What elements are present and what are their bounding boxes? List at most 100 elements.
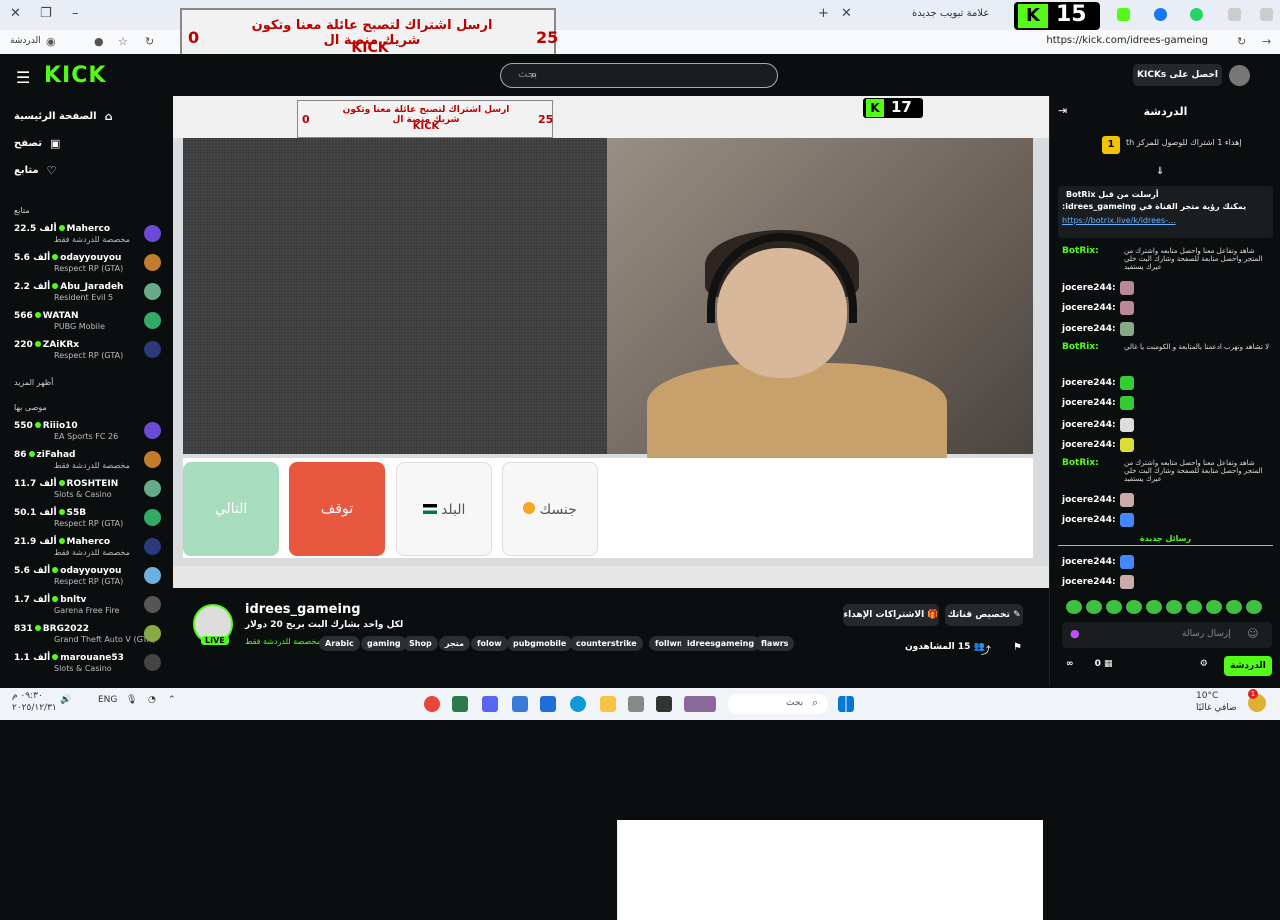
favorites-icon[interactable]: ☆ [118, 35, 128, 48]
sidebar-channel[interactable]: 11.7 ألف ROSHTEIN Slots & Casino [14, 479, 164, 505]
nav-browse[interactable]: ▣ تصفح [14, 137, 60, 150]
chat-username[interactable]: jocere244: [1062, 420, 1116, 430]
chat-username[interactable]: jocere244: [1062, 303, 1116, 313]
stream-player[interactable]: ارسل اشتراك لتصبح عائلة معنا وتكون شريك … [173, 96, 1049, 920]
sidebar-channel[interactable]: 5.6 ألف odayyouyou Respect RP (GTA) [14, 566, 164, 592]
chat-message[interactable]: jocere244: [1062, 322, 1134, 336]
emote-picker-icon[interactable]: ● [1070, 627, 1080, 640]
chat-message[interactable]: jocere244: [1062, 513, 1134, 527]
clock-date[interactable]: ٢٠٢٥/١٢/٣١ [12, 703, 57, 713]
weather-text[interactable]: صافي غالبًا [1196, 703, 1237, 713]
emote-icon[interactable] [1206, 600, 1222, 614]
emote-icon[interactable] [1106, 600, 1122, 614]
tag[interactable]: Shop [403, 636, 438, 651]
report-icon[interactable]: ⚑ [1013, 642, 1022, 653]
chat-username[interactable]: BotRix: [1062, 458, 1099, 468]
chat-username[interactable]: jocere244: [1062, 440, 1116, 450]
menu-icon[interactable]: ☰ [16, 68, 30, 87]
kick-tab-icon[interactable] [1117, 8, 1130, 21]
search-input[interactable]: بحث ⌕ [500, 63, 778, 88]
close-tab-icon[interactable]: ✕ [841, 6, 852, 21]
sidebar-channel[interactable]: 50.1 ألف S5B Respect RP (GTA) [14, 508, 164, 534]
kick-logo[interactable]: KICK [44, 63, 106, 88]
share-icon[interactable]: ⤴ [981, 642, 991, 657]
emote-icon[interactable] [1166, 600, 1182, 614]
user-avatar[interactable] [1229, 65, 1250, 86]
gender-button[interactable]: جنسك [502, 462, 598, 556]
emoji-icon[interactable]: ☺ [1247, 627, 1258, 640]
chat-label[interactable]: الدردشة [10, 36, 41, 46]
sidebar-channel[interactable]: 550 Riiio10 EA Sports FC 26 [14, 421, 164, 447]
copilot-icon[interactable]: ◉ [46, 35, 56, 48]
app-taskbar-icon[interactable] [512, 696, 528, 712]
chat-username[interactable]: jocere244: [1062, 378, 1116, 388]
sidebar-channel[interactable]: 22.5 ألف Maherco مخصصة للدردشة فقط [14, 224, 164, 250]
profile-icon[interactable]: ● [94, 35, 104, 48]
video-chat-text-area[interactable] [617, 820, 1043, 920]
tag[interactable]: flawrs [755, 636, 795, 651]
store-taskbar-icon[interactable] [540, 696, 556, 712]
sidebar-channel[interactable]: 1.7 ألف bnltv Garena Free Fire [14, 595, 164, 621]
close-window-icon[interactable]: ✕ [10, 6, 21, 21]
restore-window-icon[interactable]: ❐ [40, 6, 52, 21]
start-button-icon[interactable] [838, 696, 854, 712]
sidebar-channel[interactable]: 220 ZAiKRx Respect RP (GTA) [14, 340, 164, 366]
sidebar-channel[interactable]: 5.6 ألف odayyouyou Respect RP (GTA) [14, 253, 164, 279]
chat-username[interactable]: jocere244: [1062, 495, 1116, 505]
chat-username[interactable]: jocere244: [1062, 324, 1116, 334]
chat-username[interactable]: jocere244: [1062, 557, 1116, 567]
app-taskbar-icon[interactable] [656, 696, 672, 712]
pinned-link[interactable]: https://botrix.live/k/idrees-... [1062, 216, 1176, 225]
tab-icon[interactable] [1260, 8, 1273, 21]
next-button[interactable]: التالي [183, 462, 279, 556]
chat-message[interactable]: BotRix: [1062, 342, 1099, 352]
refresh-icon[interactable]: ↻ [145, 35, 154, 48]
emote-icon[interactable] [1146, 600, 1162, 614]
chrome-taskbar-icon[interactable] [424, 696, 440, 712]
nav-following[interactable]: ♡ متابع [14, 164, 57, 177]
chat-username[interactable]: jocere244: [1062, 577, 1116, 587]
tag[interactable]: gaming [361, 636, 407, 651]
tag[interactable]: Arabic [319, 636, 360, 651]
chat-message[interactable]: BotRix: [1062, 458, 1099, 468]
gift-icon[interactable]: ▦ [1104, 659, 1113, 669]
emote-icon[interactable] [1186, 600, 1202, 614]
goal-expand-icon[interactable]: ⇓ [1156, 166, 1164, 177]
whatsapp-tab-icon[interactable] [1190, 8, 1203, 21]
chat-username[interactable]: jocere244: [1062, 398, 1116, 408]
show-more-link[interactable]: أظهر المزيد [14, 378, 53, 387]
customize-channel-button[interactable]: ✎ تخصيص قناتك [945, 604, 1023, 626]
chat-message[interactable]: jocere244: [1062, 493, 1134, 507]
emote-icon[interactable] [1246, 600, 1262, 614]
chat-message-input[interactable]: إرسال رسالة ☺ ● [1062, 622, 1272, 648]
emote-bar[interactable] [1066, 600, 1276, 616]
edge-taskbar-icon[interactable] [570, 696, 586, 712]
stream-category[interactable]: مخصصة للدردشة فقط [245, 637, 321, 646]
sidebar-channel[interactable]: 21.9 ألف Maherco مخصصة للدردشة فقط [14, 537, 164, 563]
discord-taskbar-icon[interactable] [482, 696, 498, 712]
chat-username[interactable]: jocere244: [1062, 283, 1116, 293]
reload-icon[interactable]: ↻ [1237, 35, 1246, 48]
clock-time[interactable]: ٠٩:٣٠ م [12, 691, 43, 701]
send-chat-button[interactable]: الدردشة [1224, 656, 1272, 676]
widget-taskbar-icon[interactable] [684, 696, 716, 712]
chat-message[interactable]: jocere244: [1062, 575, 1134, 589]
tab-new-tab[interactable]: علامة تبويب جديدة [912, 8, 989, 19]
pinned-message[interactable]: BotRix أرسلت من قبل يمكنك رؤية متجر القن… [1058, 186, 1273, 238]
chat-message[interactable]: jocere244: [1062, 418, 1134, 432]
emote-icon[interactable] [1226, 600, 1242, 614]
sidebar-channel[interactable]: 2.2 ألف Abu_Jaradeh Resident Evil 5 [14, 282, 164, 308]
tag[interactable]: متجر [439, 636, 470, 651]
streamer-name[interactable]: idrees_gameing [245, 602, 361, 617]
weather-temp[interactable]: 10°C [1196, 691, 1218, 701]
sidebar-channel[interactable]: 86 ziFahad مخصصة للدردشة فقط [14, 450, 164, 476]
sidebar-channel[interactable]: 1.1 ألف marouane53 Slots & Casino [14, 653, 164, 679]
sidebar-channel[interactable]: 831 BRG2022 Grand Theft Auto V (GTA) [14, 624, 164, 650]
back-icon[interactable]: → [1262, 35, 1271, 48]
app-taskbar-icon[interactable] [452, 696, 468, 712]
mic-icon[interactable]: 🎙 [126, 695, 137, 705]
tag[interactable]: folow [471, 636, 508, 651]
chat-message[interactable]: jocere244: [1062, 281, 1134, 295]
language-indicator[interactable]: ENG [98, 695, 117, 705]
facebook-tab-icon[interactable] [1154, 8, 1167, 21]
